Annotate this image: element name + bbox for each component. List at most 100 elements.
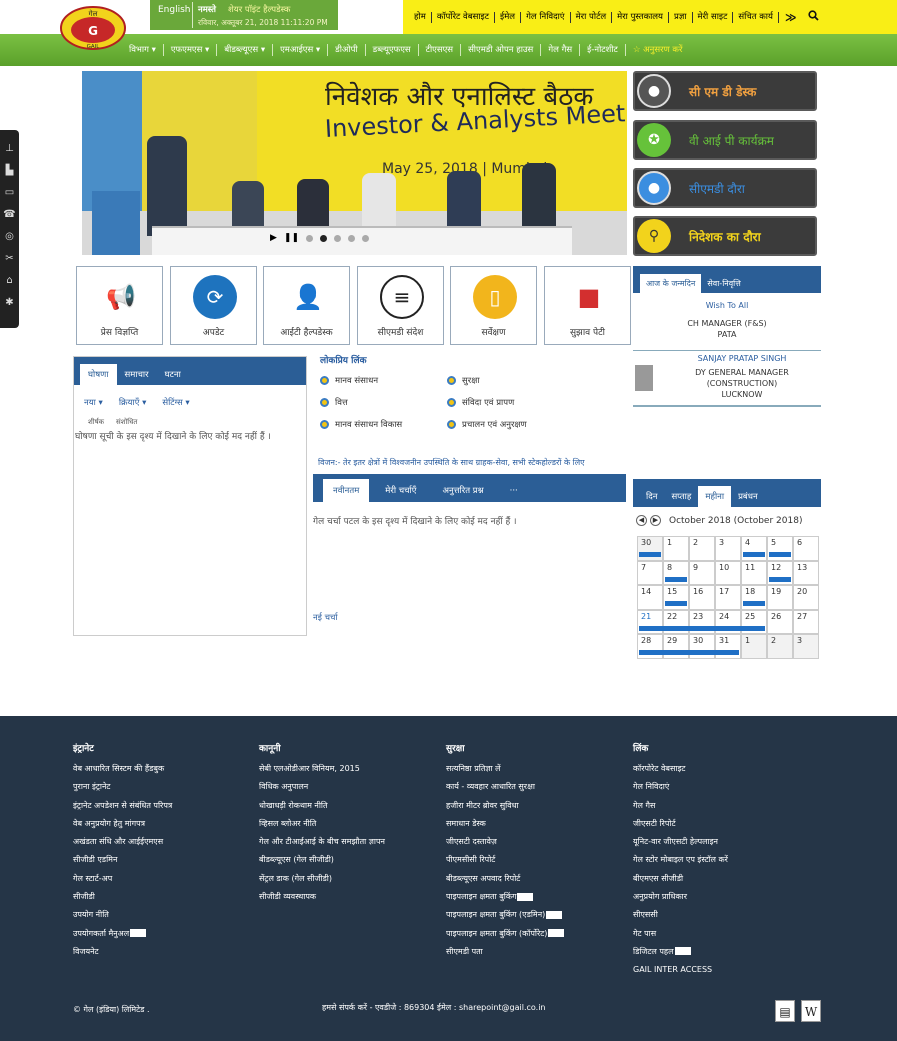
calendar-day[interactable]: 1 — [741, 634, 767, 659]
footer-link[interactable]: अनुप्रयोग प्राधिकार — [633, 888, 813, 906]
employee-name[interactable]: SANJAY PRATAP SINGH — [663, 354, 821, 363]
cmd-desk-button[interactable]: ● सी एम डी डेस्क — [633, 71, 817, 111]
home-icon[interactable]: ⌂ — [6, 270, 12, 292]
director-visit-button[interactable]: ⚲ निदेशक का दौरा — [633, 216, 817, 256]
slider-dot[interactable] — [334, 234, 342, 242]
footer-link[interactable]: वेब अनुप्रयोग हेतु मांगपत्र — [73, 815, 253, 833]
calendar-day[interactable]: 6 — [793, 536, 819, 561]
calendar-day[interactable]: 13 — [793, 560, 819, 585]
tab-birthdays[interactable]: आज के जन्मदिन — [640, 274, 702, 293]
tab-month[interactable]: महीना — [698, 486, 732, 507]
footer-link[interactable]: गेल स्टार्ट-अप — [73, 870, 253, 888]
nav-cmd-open-house[interactable]: सीएमडी ओपन हाउस — [461, 44, 542, 56]
top-link-mysite[interactable]: मेरी साइट — [693, 11, 734, 23]
footer-link[interactable]: हजीरा मीटर ब्रोवर सुविधा — [446, 797, 626, 815]
calendar-day[interactable]: 20 — [793, 585, 819, 610]
footer-link[interactable]: धोखाधड़ी रोकथाम नीति — [259, 797, 439, 815]
tab-news[interactable]: समाचार — [117, 364, 157, 385]
sitemap-icon[interactable]: ⊥ — [5, 138, 14, 160]
top-link-pragya[interactable]: प्रज्ञा — [669, 11, 693, 23]
footer-link[interactable]: सीजीडी एडमिन — [73, 851, 253, 869]
nav-mis[interactable]: एमआईएस ▾ — [273, 44, 329, 56]
calendar-event-bar[interactable] — [639, 552, 661, 557]
footer-link[interactable]: सीजीडी — [73, 888, 253, 906]
actions-menu[interactable]: क्रियाएँ ▾ — [119, 397, 147, 408]
calendar-event-bar[interactable] — [743, 601, 765, 606]
gail-logo[interactable]: गेल G GAIL — [60, 6, 126, 50]
calendar-event-bar[interactable] — [665, 601, 687, 606]
tile-cmd-message[interactable]: ≡ सीएमडी संदेश — [357, 266, 444, 345]
footer-link[interactable]: पीएमसीसी रिपोर्ट — [446, 851, 626, 869]
clipboard-icon[interactable]: ▤ — [775, 1000, 795, 1022]
slider-dot[interactable] — [306, 234, 314, 242]
top-link-library[interactable]: मेरा पुस्तकालय — [612, 11, 669, 23]
footer-link[interactable]: पुराना इंट्रानेट — [73, 778, 253, 796]
slider-dot[interactable] — [348, 234, 356, 242]
footer-link[interactable]: सीजीडी व्यवस्थापक — [259, 888, 439, 906]
calendar-day[interactable]: 16 — [689, 585, 715, 610]
site-name[interactable]: शेयर पॉइंट हैल्पडेस्क — [228, 4, 290, 15]
tab-retirement[interactable]: सेवा-निवृत्ति — [701, 274, 746, 293]
search-icon[interactable] — [802, 10, 825, 24]
column-title[interactable]: शीर्षक — [88, 418, 104, 427]
footer-link[interactable]: गेल गैस — [633, 797, 813, 815]
nav-fms[interactable]: एफएमएस ▾ — [164, 44, 218, 56]
top-link-corporate[interactable]: कॉर्पोरेट वेबसाइट — [432, 11, 496, 23]
popular-link-contracts[interactable]: संविदा एवं प्रापण — [447, 397, 514, 408]
top-link-home[interactable]: होम — [409, 11, 432, 23]
tab-events[interactable]: घटना — [157, 364, 189, 385]
footer-link[interactable]: सीएससी — [633, 906, 813, 924]
footer-link[interactable]: पाइपलाइन क्षमता बुकिंग — [446, 888, 626, 906]
footer-link[interactable]: बीडब्ल्यूएस अपवाद रिपोर्ट — [446, 870, 626, 888]
slider-dot-active[interactable] — [320, 234, 328, 242]
slider-dot[interactable] — [362, 234, 370, 242]
nav-follow[interactable]: ☆ अनुसरण करें — [626, 44, 690, 56]
calendar-day[interactable]: 7 — [637, 560, 663, 585]
calendar-event-bar[interactable] — [665, 576, 687, 582]
footer-link[interactable]: सेबी एलओडीआर विनियम, 2015 — [259, 760, 439, 778]
footer-link[interactable]: जीएसटी रिपोर्ट — [633, 815, 813, 833]
new-discussion-link[interactable]: नई चर्चा — [313, 612, 338, 623]
calendar-event-bar[interactable] — [639, 650, 739, 655]
next-month-icon[interactable]: ▶ — [650, 515, 661, 526]
tab-day[interactable]: दिन — [639, 486, 664, 507]
pause-icon[interactable]: ❚❚ — [284, 233, 299, 243]
calendar-day[interactable]: 3 — [793, 634, 819, 659]
footer-link[interactable]: डिजिटल पहल — [633, 943, 813, 961]
support-icon[interactable]: ◎ — [5, 226, 14, 248]
footer-link[interactable]: बीएमएस सीजीडी — [633, 870, 813, 888]
calendar-day[interactable]: 26 — [767, 609, 793, 634]
footer-link[interactable]: गेट पास — [633, 925, 813, 943]
tab-my-discussions[interactable]: मेरी चर्चाएँ — [375, 479, 426, 502]
footer-link[interactable]: व्हिसल ब्लोअर नीति — [259, 815, 439, 833]
nav-departments[interactable]: विभाग ▾ — [122, 44, 164, 56]
footer-link[interactable]: गेल स्टोर मोबाइल एप इंस्टॉल करें — [633, 851, 813, 869]
language-switch[interactable]: English — [158, 5, 191, 15]
calendar-day[interactable]: 3 — [715, 536, 741, 561]
footer-link[interactable]: गेल और टीआईआई के बीच समझौता ज्ञापन — [259, 833, 439, 851]
footer-link[interactable]: गेल निविदाएं — [633, 778, 813, 796]
more-tabs-button[interactable]: ··· — [500, 480, 528, 502]
footer-link[interactable]: GAIL INTER ACCESS — [633, 961, 813, 979]
footer-link[interactable]: समाधान डेस्क — [446, 815, 626, 833]
footer-link[interactable]: वेब आधारित सिस्टम की हैंडबुक — [73, 760, 253, 778]
bulb-icon[interactable]: ✱ — [5, 292, 13, 314]
tab-latest[interactable]: नवीनतम — [323, 479, 370, 502]
top-link-saved-work[interactable]: संचित कार्य — [733, 11, 779, 23]
tile-survey[interactable]: ▯ सर्वेक्षण — [450, 266, 537, 345]
tile-suggestion-box[interactable]: ■ सुझाव पेटी — [544, 266, 631, 345]
calendar-day[interactable]: 9 — [689, 560, 715, 585]
footer-link[interactable]: उपयोग नीति — [73, 906, 253, 924]
calendar-event-bar[interactable] — [743, 552, 765, 557]
calendar-day[interactable]: 2 — [767, 634, 793, 659]
popular-link-operations[interactable]: प्रचालन एवं अनुरक्षण — [447, 419, 527, 430]
footer-link[interactable]: पाइपलाइन क्षमता बुकिंग (एडमिन) — [446, 906, 626, 924]
footer-link[interactable]: कार्य - व्यवहार आधारित सुरक्षा — [446, 778, 626, 796]
calendar-event-bar[interactable] — [639, 625, 765, 631]
footer-link[interactable]: इंट्रानेट अपडेशन से संबंधित परिपत्र — [73, 797, 253, 815]
top-link-tenders[interactable]: गेल निविदाएं — [521, 11, 571, 23]
wikipedia-icon[interactable]: W — [801, 1000, 821, 1022]
tab-week[interactable]: सप्ताह — [664, 486, 698, 507]
factory-icon[interactable]: ▙ — [6, 160, 14, 182]
footer-link[interactable]: पाइपलाइन क्षमता बुकिंग (कॉर्पोरेट) — [446, 925, 626, 943]
